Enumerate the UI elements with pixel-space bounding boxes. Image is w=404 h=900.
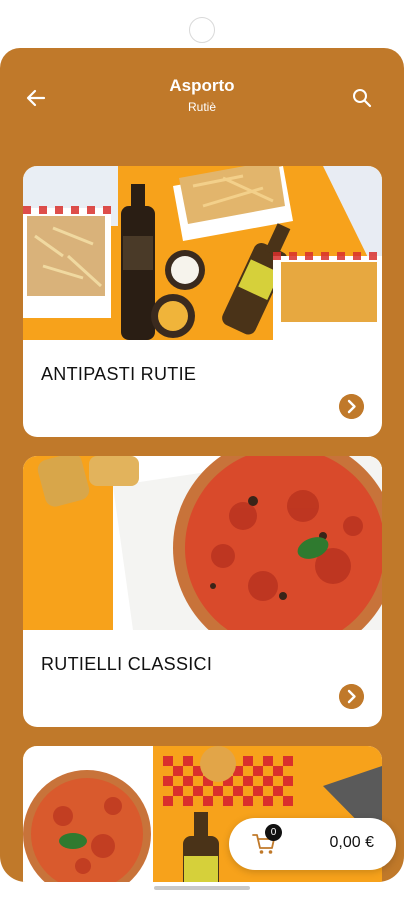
cart-total: 0,00 € bbox=[329, 834, 374, 851]
camera-notch bbox=[189, 17, 215, 43]
chevron-right-icon[interactable] bbox=[339, 684, 364, 709]
fries-and-beer-photo bbox=[23, 166, 382, 340]
cart-count-badge: 0 bbox=[265, 824, 282, 841]
category-label: RUTIELLI CLASSICI bbox=[41, 654, 213, 674]
cart-summary-button[interactable]: 0 0,00 € bbox=[229, 818, 396, 870]
page-title: Asporto bbox=[169, 76, 235, 95]
chevron-right-icon[interactable] bbox=[339, 394, 364, 419]
category-label: ANTIPASTI RUTIE bbox=[41, 364, 197, 384]
search-icon[interactable] bbox=[350, 86, 374, 110]
pizza-in-box-photo bbox=[23, 456, 382, 630]
category-card-antipasti[interactable]: ANTIPASTI RUTIE bbox=[23, 166, 382, 437]
home-indicator[interactable] bbox=[154, 886, 250, 890]
category-card-rutielli-classici[interactable]: RUTIELLI CLASSICI bbox=[23, 456, 382, 727]
page-subtitle: Rutiè bbox=[187, 100, 216, 114]
app-screen: Asporto Rutiè ANTIPASTI RUTIE RUTIELLI C… bbox=[0, 48, 404, 882]
